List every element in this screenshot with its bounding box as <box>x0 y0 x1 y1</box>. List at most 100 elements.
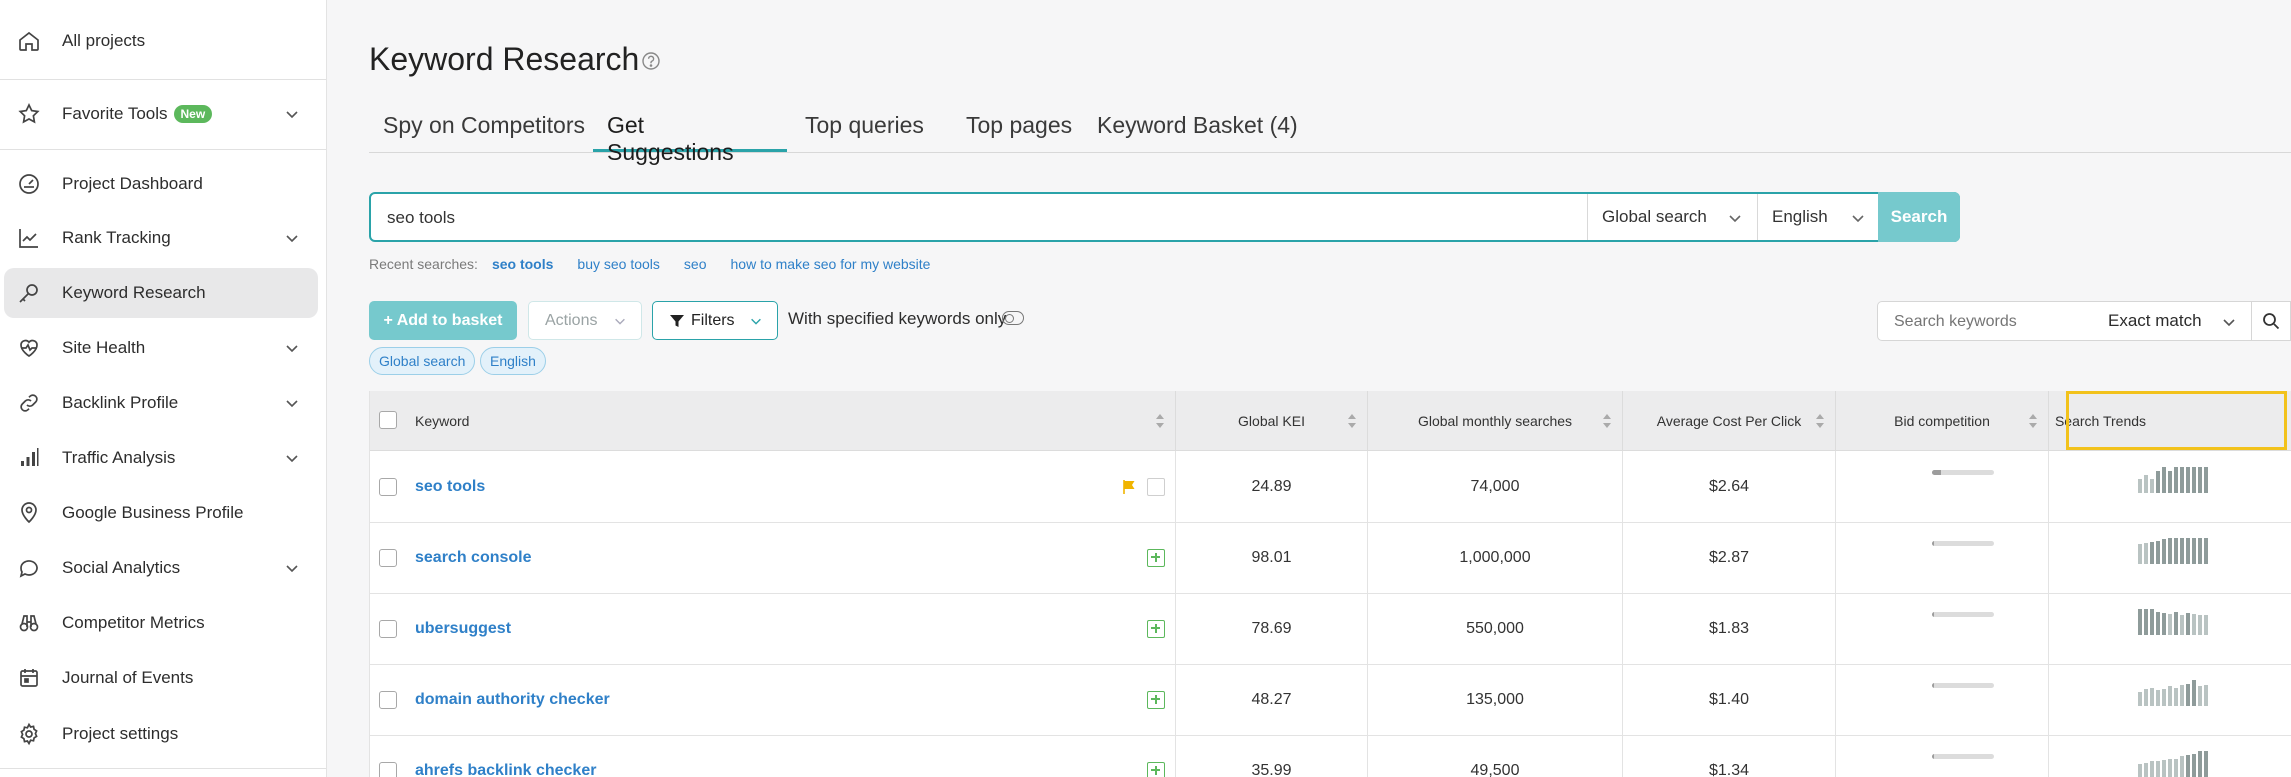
column-header-average-cpc[interactable]: Average Cost Per Click <box>1623 391 1836 450</box>
tab-top-pages[interactable]: Top pages <box>952 104 1086 152</box>
trend-bar <box>2168 686 2172 706</box>
trend-bar <box>2174 538 2178 564</box>
keyword-filter-search <box>1877 301 2095 341</box>
chevron-down-icon[interactable] <box>284 230 300 246</box>
filter-chip-language[interactable]: English <box>480 347 546 375</box>
chevron-down-icon[interactable] <box>284 395 300 411</box>
keyword-link[interactable]: ahrefs backlink checker <box>415 762 596 777</box>
sidebar-item-project-settings[interactable]: Project settings <box>4 709 318 759</box>
add-to-basket-button[interactable]: + Add to basket <box>369 301 517 340</box>
search-bar: Global search English <box>369 192 1960 242</box>
sidebar-item-all-projects[interactable]: All projects <box>4 16 318 66</box>
chevron-down-icon[interactable] <box>284 340 300 356</box>
bid-competition-fill <box>1932 683 1934 688</box>
column-header-keyword[interactable]: Keyword <box>370 391 1176 450</box>
search-button[interactable]: Search <box>1878 192 1960 242</box>
add-keyword-button[interactable] <box>1147 761 1165 777</box>
sidebar-item-label: Project Dashboard <box>62 174 203 193</box>
cell-average-cpc: $1.83 <box>1623 593 1836 664</box>
cell-bid-competition <box>1836 593 2049 664</box>
bid-competition-bar <box>1932 612 1994 617</box>
sort-icon[interactable] <box>1602 413 1612 429</box>
recent-search-link[interactable]: seo tools <box>492 256 553 272</box>
recent-search-link[interactable]: how to make seo for my website <box>731 256 931 272</box>
recent-search-link[interactable]: buy seo tools <box>577 256 660 272</box>
tab-get-suggestions[interactable]: Get Suggestions <box>593 104 787 165</box>
sidebar-item-traffic-analysis[interactable]: Traffic Analysis <box>4 433 318 483</box>
bid-competition-fill <box>1932 612 1934 617</box>
keyword-filter-input[interactable] <box>1892 311 2086 333</box>
star-icon <box>16 101 42 127</box>
cell-keyword: ahrefs backlink checker <box>370 735 1176 777</box>
sidebar-item-keyword-research[interactable]: Keyword Research <box>4 268 318 318</box>
cell-global-monthly-searches: 49,500 <box>1368 735 1623 777</box>
add-keyword-button[interactable] <box>1147 619 1165 638</box>
sort-icon[interactable] <box>1347 413 1357 429</box>
trend-bar <box>2186 684 2190 706</box>
sidebar-item-journal-of-events[interactable]: Journal of Events <box>4 653 318 703</box>
row-checkbox[interactable] <box>379 691 397 709</box>
table-row: domain authority checker 48.27 135,000 $1.4… <box>370 664 2291 736</box>
tab-keyword-basket[interactable]: Keyword Basket (4) <box>1083 104 1312 152</box>
help-icon[interactable] <box>641 51 661 71</box>
actions-dropdown[interactable]: Actions <box>528 301 642 340</box>
key-icon <box>16 280 42 306</box>
row-checkbox[interactable] <box>379 549 397 567</box>
cell-keyword: seo tools <box>370 451 1176 522</box>
cell-global-kei: 24.89 <box>1176 451 1368 522</box>
sidebar-item-label: All projects <box>62 31 146 50</box>
column-header-global-kei[interactable]: Global KEI <box>1176 391 1368 450</box>
chevron-down-icon <box>615 318 625 325</box>
sidebar-item-label: Favorite Tools <box>62 104 168 123</box>
sidebar-item-favorite-tools[interactable]: Favorite Tools New <box>4 89 318 139</box>
row-checkbox[interactable] <box>379 762 397 777</box>
add-keyword-button[interactable] <box>1147 690 1165 709</box>
divider <box>0 149 326 150</box>
add-keyword-button[interactable] <box>1147 548 1165 567</box>
keyword-link[interactable]: domain authority checker <box>415 691 610 709</box>
recent-searches: Recent searches: seo tools buy seo tools… <box>369 256 930 272</box>
trend-bar <box>2138 479 2142 493</box>
sidebar-item-rank-tracking[interactable]: Rank Tracking <box>4 213 318 263</box>
keyword-link[interactable]: ubersuggest <box>415 620 511 638</box>
specified-keywords-toggle[interactable] <box>1002 311 1024 325</box>
trend-bar <box>2156 541 2160 564</box>
sidebar-item-label: Site Health <box>62 338 146 357</box>
match-type-select[interactable]: Exact match <box>2094 301 2252 341</box>
flag-icon[interactable] <box>1121 479 1137 495</box>
row-checkbox[interactable] <box>379 478 397 496</box>
sort-icon[interactable] <box>1155 413 1165 429</box>
sort-icon[interactable] <box>2028 413 2038 429</box>
sidebar-item-competitor-metrics[interactable]: Competitor Metrics <box>4 598 318 648</box>
column-header-global-monthly-searches[interactable]: Global monthly searches <box>1368 391 1623 450</box>
trend-bar <box>2180 756 2184 777</box>
chevron-down-icon[interactable] <box>284 450 300 466</box>
chevron-down-icon[interactable] <box>284 560 300 576</box>
sidebar-item-backlink-profile[interactable]: Backlink Profile <box>4 378 318 428</box>
filters-button[interactable]: Filters <box>652 301 778 340</box>
sidebar-item-label: Competitor Metrics <box>62 613 205 632</box>
language-select[interactable]: English <box>1757 194 1880 240</box>
location-select[interactable]: Global search <box>1587 194 1757 240</box>
column-header-bid-competition[interactable]: Bid competition <box>1836 391 2049 450</box>
tab-spy-on-competitors[interactable]: Spy on Competitors <box>369 104 599 152</box>
keyword-link[interactable]: seo tools <box>415 478 485 496</box>
filter-chip-location[interactable]: Global search <box>369 347 476 375</box>
keywords-table: Keyword Global KEI Global monthly search… <box>369 391 2291 777</box>
cell-average-cpc: $1.40 <box>1623 664 1836 735</box>
remove-from-basket-icon[interactable] <box>1147 477 1165 496</box>
row-checkbox[interactable] <box>379 620 397 638</box>
keyword-link[interactable]: search console <box>415 549 532 567</box>
sort-icon[interactable] <box>1815 413 1825 429</box>
chevron-down-icon[interactable] <box>284 106 300 122</box>
sidebar-item-project-dashboard[interactable]: Project Dashboard <box>4 159 318 209</box>
keyword-filter-search-button[interactable] <box>2252 301 2291 341</box>
sidebar-item-google-business-profile[interactable]: Google Business Profile <box>4 488 318 538</box>
tab-top-queries[interactable]: Top queries <box>791 104 938 152</box>
sidebar-item-social-analytics[interactable]: Social Analytics <box>4 543 318 593</box>
sidebar-item-site-health[interactable]: Site Health <box>4 323 318 373</box>
sidebar-item-label: Traffic Analysis <box>62 448 176 467</box>
trend-bar <box>2192 467 2196 493</box>
recent-search-link[interactable]: seo <box>684 256 707 272</box>
select-all-checkbox[interactable] <box>379 411 397 429</box>
